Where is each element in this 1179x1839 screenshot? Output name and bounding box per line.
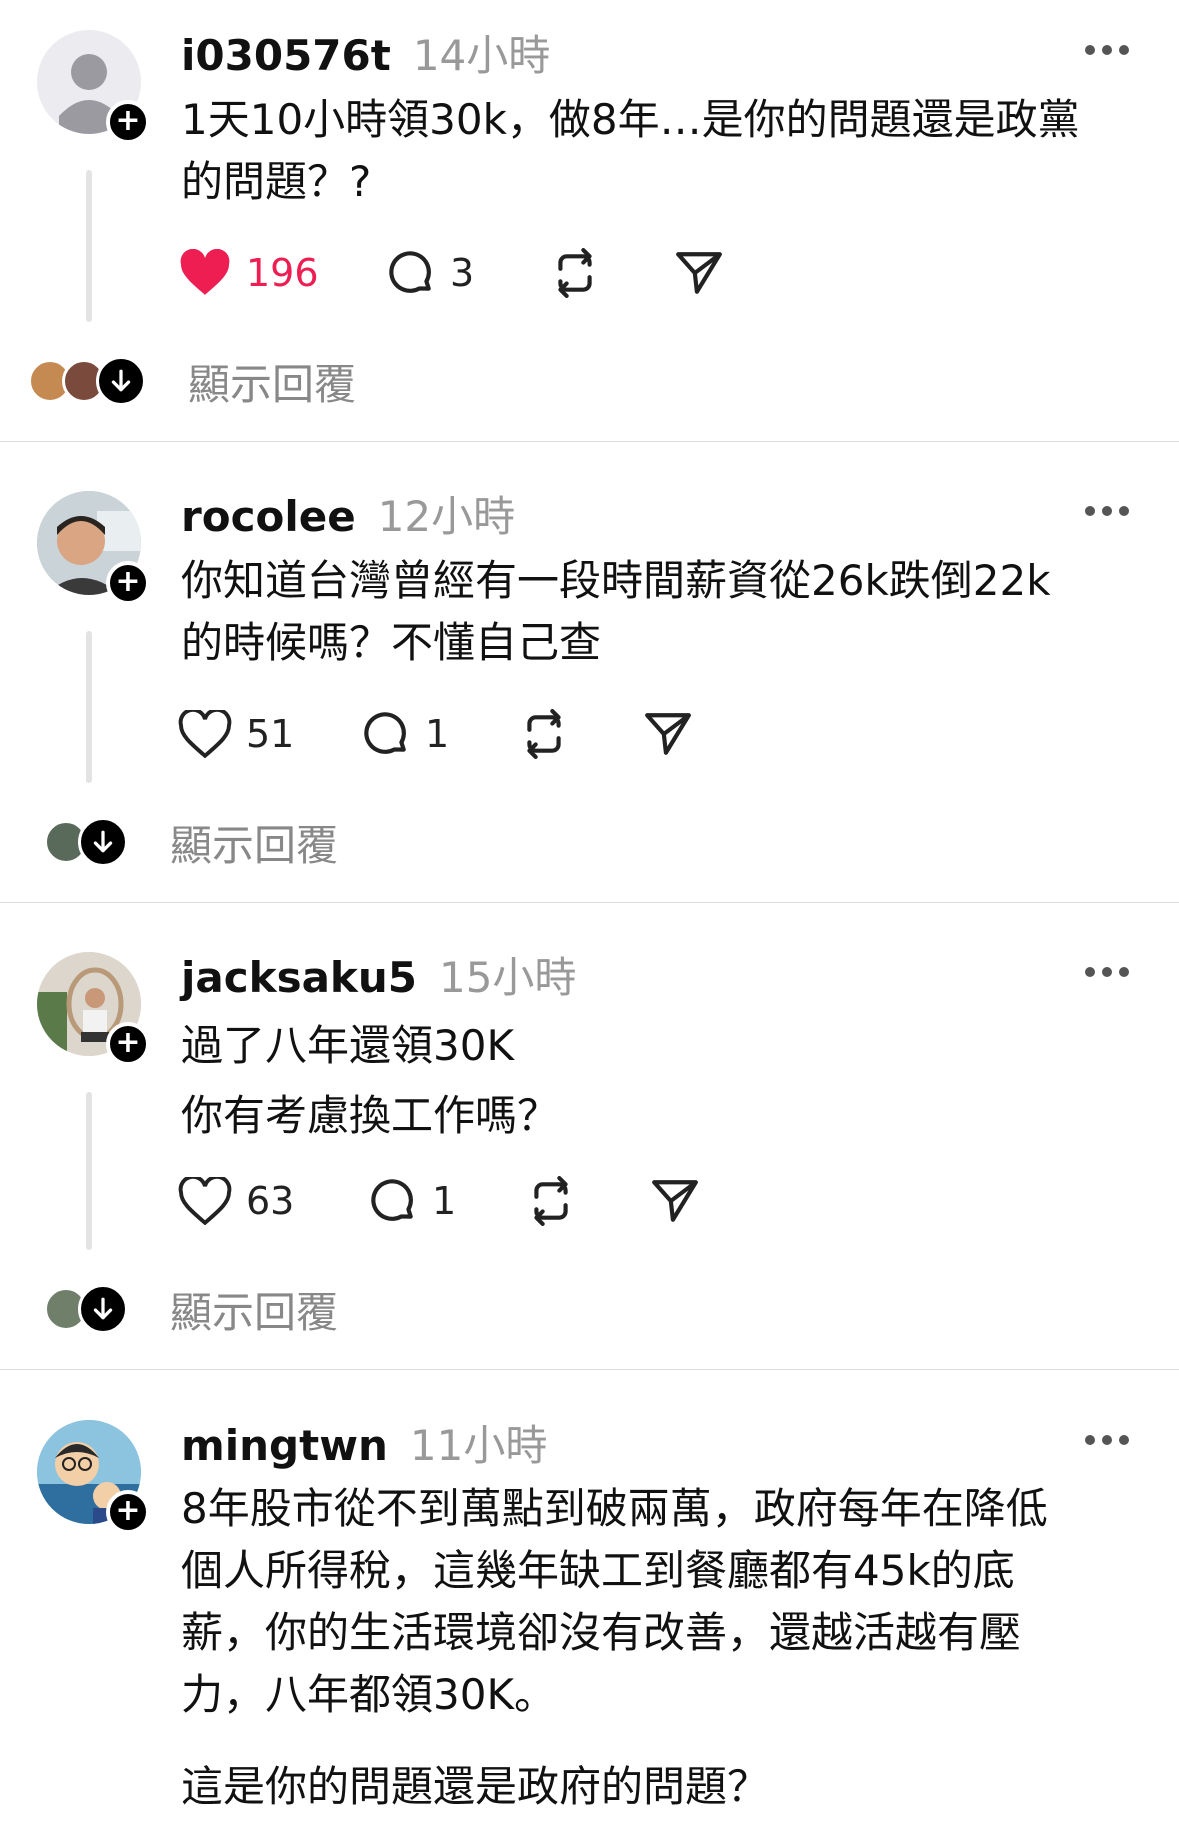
post-text-line: 8年股市從不到萬點到破兩萬，政府每年在降低 bbox=[181, 1484, 1048, 1533]
post-text-line: 1天10小時領30k，做8年…是你的問題還是政黨 bbox=[181, 95, 1080, 144]
repost-button[interactable] bbox=[526, 1173, 576, 1229]
repost-icon bbox=[534, 1176, 568, 1226]
comment-bubble-icon bbox=[364, 712, 406, 754]
divider bbox=[0, 902, 1179, 903]
comment-count: 3 bbox=[450, 251, 475, 295]
comment-count: 1 bbox=[425, 712, 450, 756]
comment-bubble-icon bbox=[389, 251, 431, 293]
divider bbox=[0, 441, 1179, 442]
username[interactable]: jacksaku5 bbox=[181, 953, 417, 1002]
post-text: 1天10小時領30k，做8年…是你的問題還是政黨 的問題？? bbox=[181, 89, 1141, 213]
thread-line bbox=[86, 1092, 92, 1250]
thread-line bbox=[86, 631, 92, 783]
more-dots-icon[interactable] bbox=[1085, 45, 1129, 57]
username[interactable]: mingtwn bbox=[181, 1421, 388, 1470]
post-text: 過了八年還領30K 你有考慮換工作嗎？ bbox=[181, 1011, 1141, 1151]
more-dots-icon[interactable] bbox=[1085, 967, 1129, 979]
show-replies-label[interactable]: 顯示回覆 bbox=[188, 351, 356, 412]
comment-button[interactable]: 3 bbox=[386, 245, 474, 301]
share-button[interactable] bbox=[643, 706, 693, 762]
show-replies[interactable]: 顯示回覆 bbox=[28, 353, 356, 409]
like-count: 51 bbox=[246, 712, 295, 756]
follow-plus-icon[interactable]: + bbox=[106, 1022, 150, 1066]
post-text-line: 薪，你的生活環境卻沒有改善，還越活越有壓 bbox=[181, 1608, 1022, 1657]
post-text-line: 的時候嗎？不懂自己查 bbox=[181, 618, 602, 667]
show-replies-label[interactable]: 顯示回覆 bbox=[170, 1279, 338, 1340]
post-text-line: 你有考慮換工作嗎？ bbox=[181, 1091, 560, 1140]
heart-icon bbox=[180, 249, 230, 295]
thread-line bbox=[86, 170, 92, 322]
like-button[interactable]: 51 bbox=[178, 706, 294, 762]
like-count: 63 bbox=[246, 1179, 295, 1223]
timestamp: 12小時 bbox=[377, 492, 516, 541]
like-button[interactable]: 63 bbox=[178, 1173, 294, 1229]
username[interactable]: i030576t bbox=[181, 31, 391, 80]
comment-bubble-icon bbox=[371, 1179, 413, 1221]
like-count: 196 bbox=[246, 251, 319, 295]
timestamp: 15小時 bbox=[438, 953, 577, 1002]
post-text-line: 你知道台灣曾經有一段時間薪資從26k跌倒22k bbox=[181, 556, 1051, 605]
divider bbox=[0, 1369, 1179, 1370]
share-button[interactable] bbox=[674, 245, 724, 301]
show-replies-label[interactable]: 顯示回覆 bbox=[170, 812, 338, 873]
repost-button[interactable] bbox=[519, 706, 569, 762]
arrow-down-icon bbox=[96, 356, 146, 406]
send-icon bbox=[652, 1180, 698, 1222]
repost-button[interactable] bbox=[550, 245, 600, 301]
show-replies[interactable]: 顯示回覆 bbox=[28, 1281, 338, 1337]
timestamp: 14小時 bbox=[412, 31, 551, 80]
comment-count: 1 bbox=[432, 1179, 457, 1223]
send-icon bbox=[645, 713, 691, 755]
follow-plus-icon[interactable]: + bbox=[106, 100, 150, 144]
share-button[interactable] bbox=[650, 1173, 700, 1229]
show-replies[interactable]: 顯示回覆 bbox=[28, 814, 338, 870]
follow-plus-icon[interactable]: + bbox=[106, 1490, 150, 1534]
post-text: 8年股市從不到萬點到破兩萬，政府每年在降低 個人所得稅，這幾年缺工到餐廳都有45… bbox=[181, 1478, 1141, 1818]
post-text-line: 個人所得稅，這幾年缺工到餐廳都有45k的底 bbox=[181, 1546, 1015, 1595]
post-text-line: 過了八年還領30K bbox=[181, 1021, 514, 1070]
more-dots-icon[interactable] bbox=[1085, 506, 1129, 518]
post-text-line: 的問題？? bbox=[181, 157, 372, 206]
more-dots-icon[interactable] bbox=[1085, 1435, 1129, 1447]
timestamp: 11小時 bbox=[409, 1421, 548, 1470]
send-icon bbox=[676, 252, 722, 294]
comment-button[interactable]: 1 bbox=[361, 706, 449, 762]
post-text-line: 力，八年都領30K。 bbox=[181, 1670, 556, 1719]
like-button[interactable]: 196 bbox=[178, 245, 319, 301]
heart-icon bbox=[178, 710, 232, 758]
arrow-down-icon bbox=[78, 1284, 128, 1334]
repost-icon bbox=[558, 248, 592, 298]
follow-plus-icon[interactable]: + bbox=[106, 561, 150, 605]
username[interactable]: rocolee bbox=[181, 492, 356, 541]
heart-icon bbox=[178, 1177, 232, 1225]
comment-button[interactable]: 1 bbox=[368, 1173, 456, 1229]
repost-icon bbox=[527, 709, 561, 759]
post-text-extra: 這是你的問題還是政府的問題？ bbox=[181, 1762, 770, 1811]
post-text: 你知道台灣曾經有一段時間薪資從26k跌倒22k 的時候嗎？不懂自己查 bbox=[181, 550, 1141, 674]
arrow-down-icon bbox=[78, 817, 128, 867]
